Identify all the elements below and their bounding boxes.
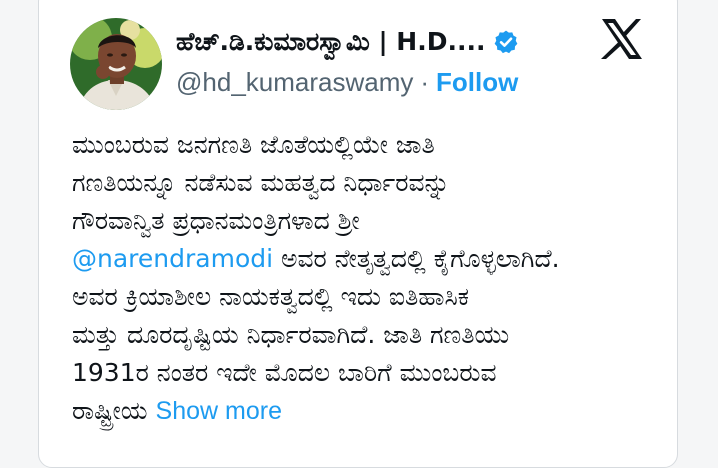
user-handle[interactable]: @hd_kumaraswamy bbox=[176, 67, 413, 98]
user-name-row: ಹೆಚ್.ಡಿ.ಕುಮಾರಸ್ವಾಮಿ | H.D.... bbox=[176, 22, 519, 62]
show-more-link[interactable]: Show more bbox=[156, 397, 282, 425]
mention-link[interactable]: @narendramodi bbox=[72, 244, 273, 273]
profile-photo-icon bbox=[70, 18, 162, 110]
separator-dot: · bbox=[420, 66, 430, 97]
follow-button[interactable]: Follow bbox=[436, 67, 518, 98]
handle-row: @hd_kumaraswamy · Follow bbox=[176, 64, 518, 100]
avatar[interactable] bbox=[70, 18, 162, 110]
verified-badge-icon bbox=[495, 30, 518, 54]
display-name[interactable]: ಹೆಚ್.ಡಿ.ಕುಮಾರಸ್ವಾಮಿ | H.D.... bbox=[176, 27, 485, 57]
x-logo-icon[interactable] bbox=[600, 18, 644, 60]
tweet-text: ಮುಂಬರುವ ಜನಗಣತಿ ಜೊತೆಯಲ್ಲಿಯೇ ಜಾತಿ ಗಣತಿಯನ್ನ… bbox=[72, 126, 652, 430]
tweet-text-part-1: ಮುಂಬರುವ ಜನಗಣತಿ ಜೊತೆಯಲ್ಲಿಯೇ ಜಾತಿ ಗಣತಿಯನ್ನ… bbox=[72, 130, 450, 235]
